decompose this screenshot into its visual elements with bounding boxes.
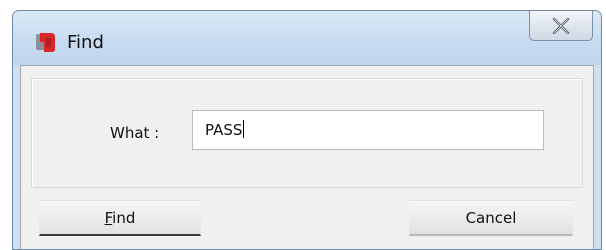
dialog-body: What : PASS Find Cancel <box>20 65 594 249</box>
cancel-button-label: Cancel <box>465 208 517 227</box>
find-dialog: Find What : PASS Find Cancel <box>12 10 602 250</box>
text-caret <box>243 120 245 138</box>
find-button[interactable]: Find <box>39 200 201 236</box>
find-button-label: Find <box>104 208 136 227</box>
what-input[interactable]: PASS <box>192 110 544 150</box>
cancel-button[interactable]: Cancel <box>409 200 573 236</box>
window-title: Find <box>67 32 104 53</box>
close-x-icon <box>552 17 570 34</box>
find-app-icon <box>36 33 55 52</box>
close-button[interactable] <box>529 11 593 41</box>
title-bar[interactable]: Find <box>13 11 601 65</box>
what-label: What : <box>110 124 160 142</box>
what-input-value: PASS <box>205 121 243 139</box>
search-group: What : PASS <box>31 78 583 188</box>
